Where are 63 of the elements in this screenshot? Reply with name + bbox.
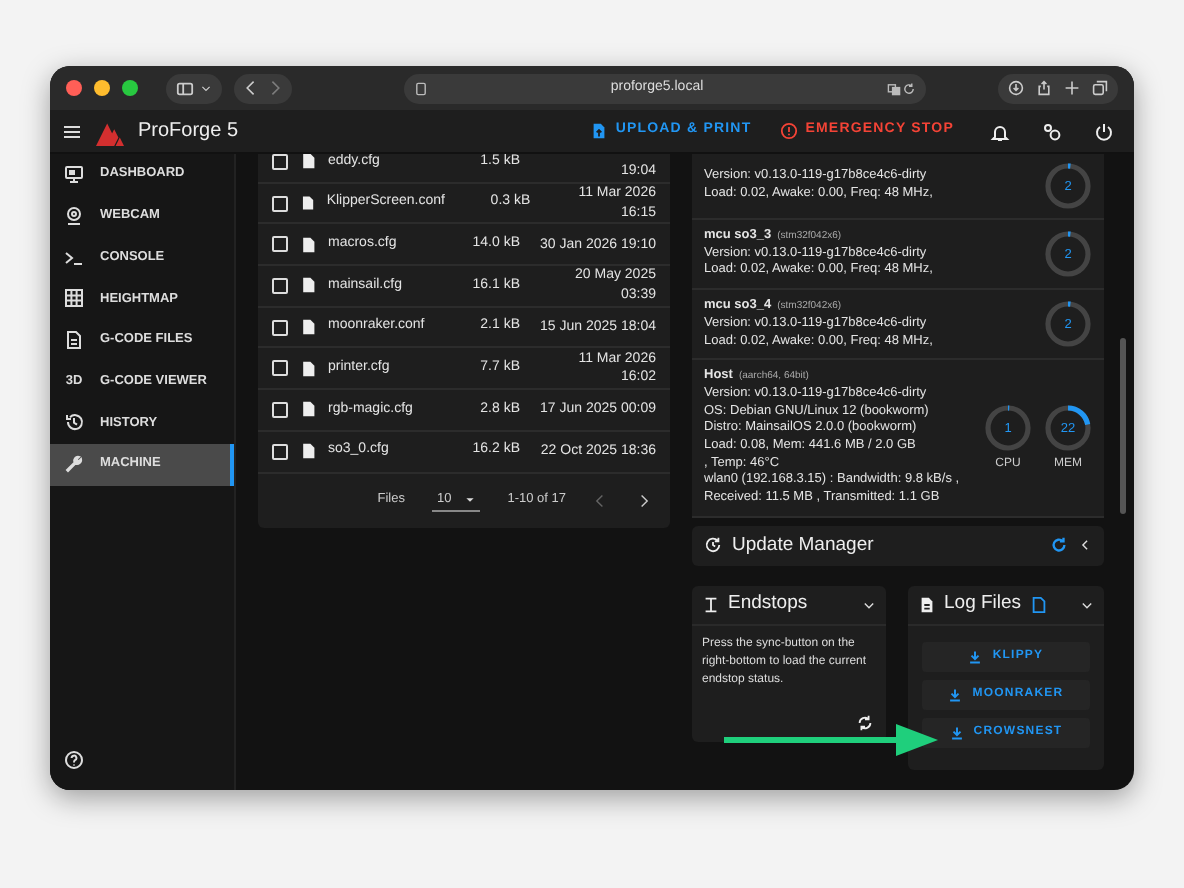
chevron-down-icon[interactable] xyxy=(1080,597,1094,612)
chevron-down-icon[interactable] xyxy=(200,82,212,94)
caret-icon xyxy=(463,493,476,505)
download-icon xyxy=(948,687,963,702)
file-icon xyxy=(300,194,315,213)
collapse-icon[interactable] xyxy=(1078,538,1092,553)
forward-icon[interactable] xyxy=(266,80,282,96)
app-title: ProForge 5 xyxy=(138,118,239,146)
translate-icon[interactable] xyxy=(886,81,902,95)
alert-icon xyxy=(779,122,798,140)
update-icon xyxy=(704,536,722,555)
page-icon xyxy=(414,81,428,95)
chevron-down-icon[interactable] xyxy=(862,597,876,612)
share-icon[interactable] xyxy=(1036,80,1052,96)
bell-icon[interactable] xyxy=(990,121,1010,141)
plus-icon[interactable] xyxy=(1064,80,1080,96)
sidebar-toggle-icon[interactable] xyxy=(176,79,194,97)
previous-page-icon[interactable] xyxy=(594,493,608,507)
endstop-icon xyxy=(702,595,720,614)
zoom-button[interactable] xyxy=(122,80,138,96)
power-icon[interactable] xyxy=(1094,121,1114,141)
tabs-icon[interactable] xyxy=(1092,80,1108,96)
row-checkbox[interactable] xyxy=(272,319,288,336)
file-icon xyxy=(300,235,316,254)
menu-icon[interactable] xyxy=(62,121,82,141)
row-checkbox[interactable] xyxy=(272,154,288,170)
terminal-icon xyxy=(64,247,84,268)
wrench-icon xyxy=(64,454,84,475)
next-page-icon[interactable] xyxy=(636,493,650,507)
file-icon xyxy=(64,330,84,351)
row-checkbox[interactable] xyxy=(272,236,288,253)
file-icon xyxy=(300,154,316,171)
reload-icon[interactable] xyxy=(902,81,916,95)
file-icon xyxy=(300,400,316,419)
file-icon xyxy=(300,359,316,378)
row-checkbox[interactable] xyxy=(272,360,288,377)
card-title: Endstops xyxy=(728,590,810,619)
back-icon[interactable] xyxy=(244,80,260,96)
help-icon[interactable] xyxy=(64,750,84,770)
row-checkbox[interactable] xyxy=(272,401,288,418)
grid-icon xyxy=(64,288,84,309)
download-icon xyxy=(968,649,983,664)
card-title: Update Manager xyxy=(732,531,876,560)
download-icon[interactable] xyxy=(1008,80,1024,96)
monitor-icon xyxy=(64,164,84,185)
minimize-button[interactable] xyxy=(94,80,110,96)
settings-icon[interactable] xyxy=(1042,121,1062,141)
row-checkbox[interactable] xyxy=(272,195,288,212)
file-icon xyxy=(300,276,316,295)
row-checkbox[interactable] xyxy=(272,443,288,460)
sync-icon[interactable] xyxy=(856,713,874,732)
scrollbar-thumb[interactable] xyxy=(1120,338,1126,514)
refresh-icon[interactable] xyxy=(1050,536,1068,555)
webcam-icon xyxy=(64,206,84,227)
file-upload-icon xyxy=(589,122,608,140)
row-checkbox[interactable] xyxy=(272,277,288,294)
download-icon xyxy=(949,725,964,740)
file-icon xyxy=(300,318,316,337)
card-title: Log Files xyxy=(944,590,1022,619)
history-icon xyxy=(64,412,84,433)
file-icon xyxy=(300,442,316,461)
log-file-icon xyxy=(918,595,936,614)
close-button[interactable] xyxy=(66,80,82,96)
